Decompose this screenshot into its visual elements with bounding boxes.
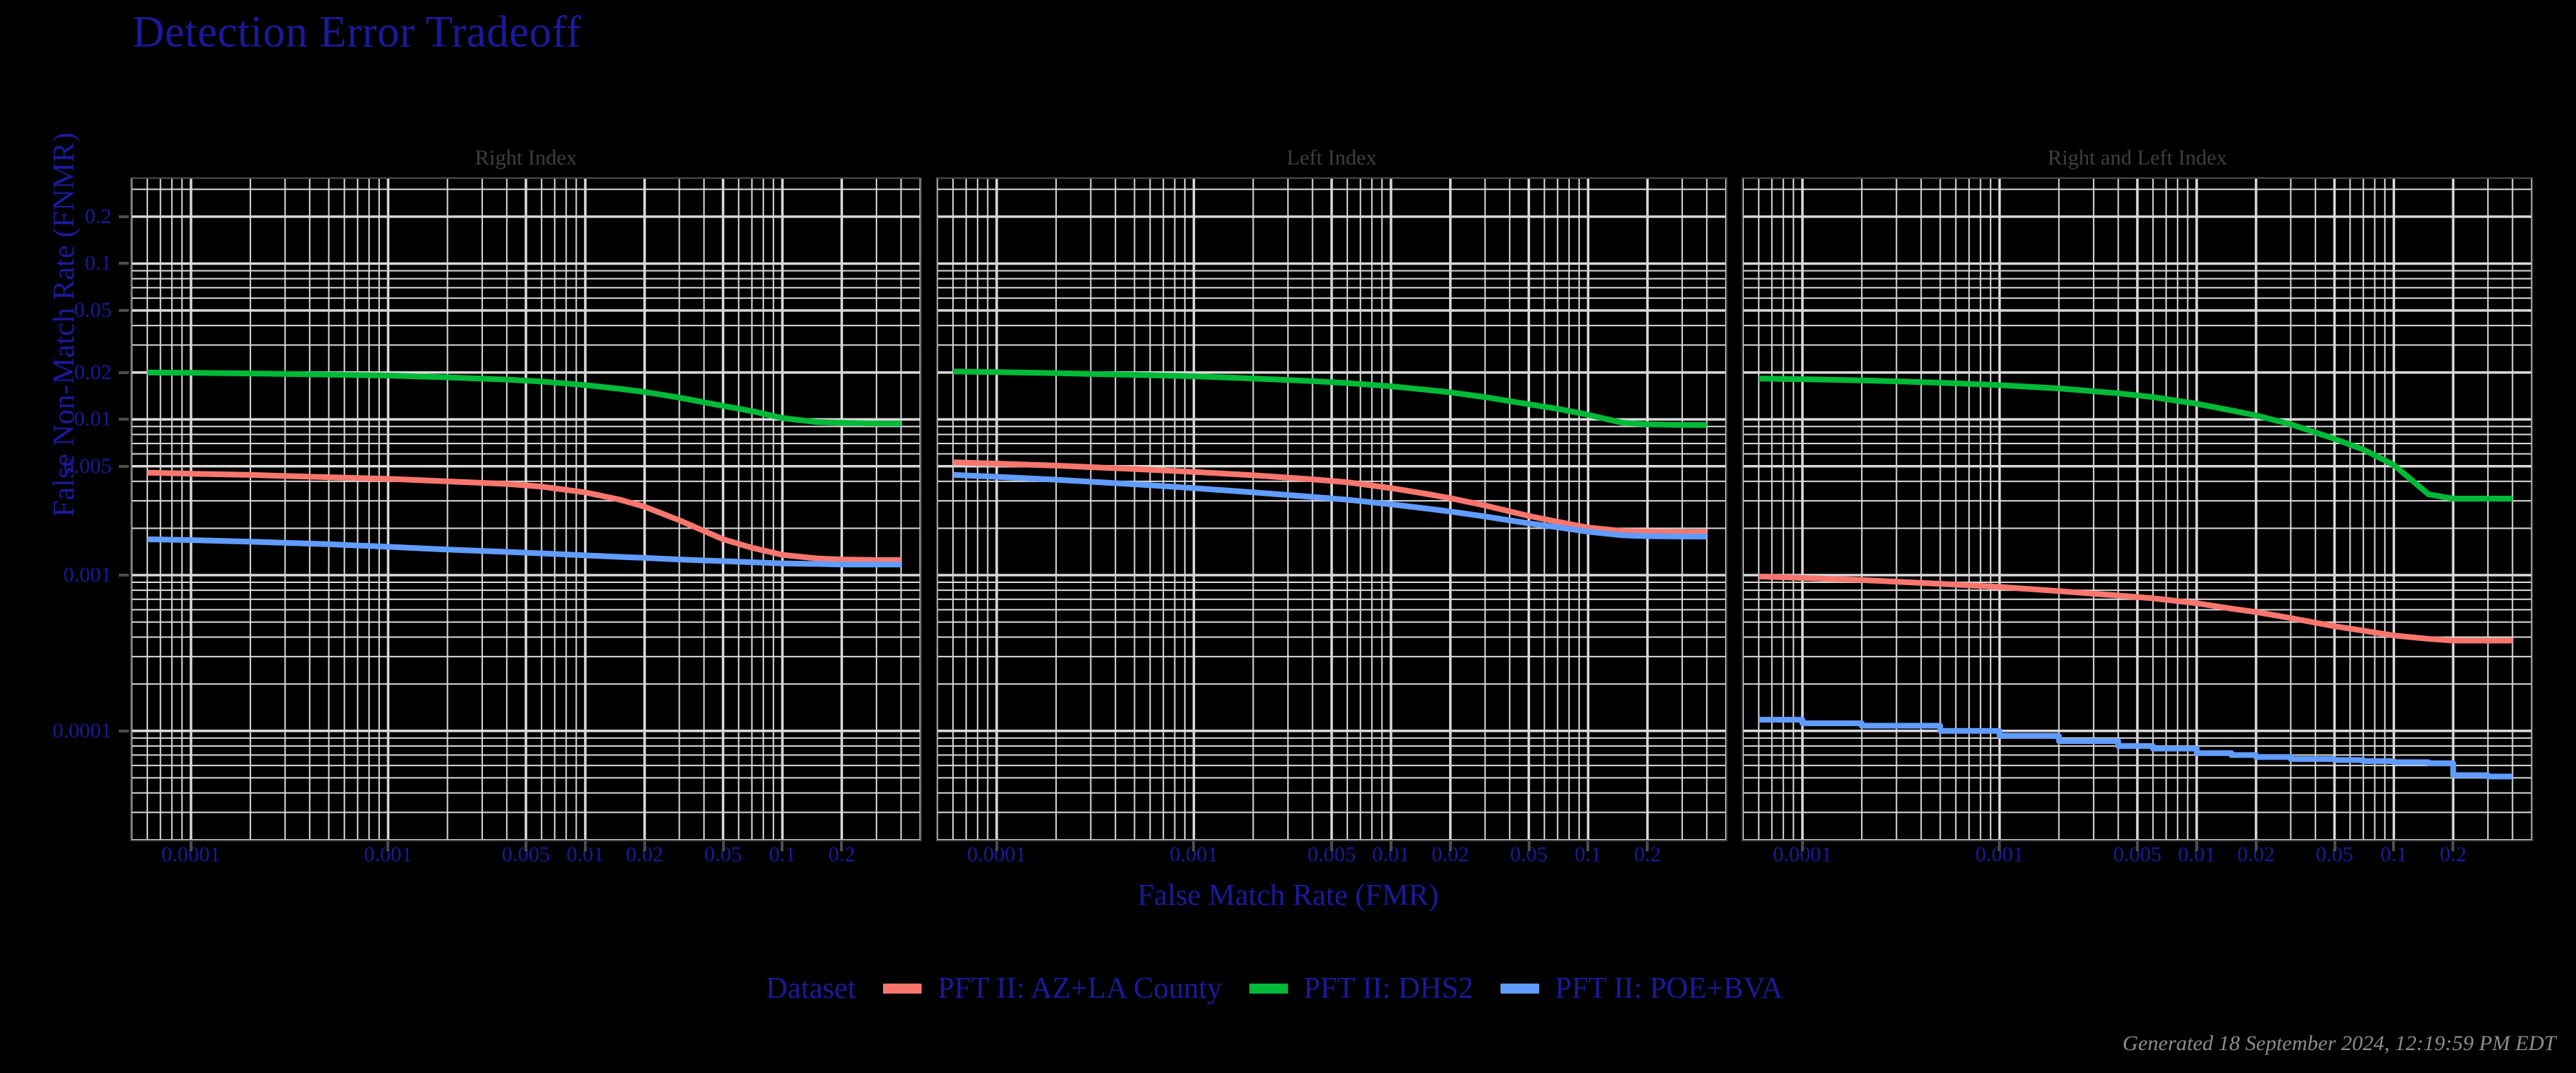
x-tick-mark	[995, 841, 998, 851]
x-tick-mark	[643, 841, 646, 851]
legend-label: PFT II: DHS2	[1303, 972, 1474, 1005]
legend-title: Dataset	[766, 972, 857, 1005]
x-tick-mark	[1192, 841, 1196, 851]
x-tick-mark	[386, 841, 390, 851]
series-line-3	[147, 536, 902, 568]
x-tick-mark	[840, 841, 844, 851]
x-tick-mark	[1389, 841, 1392, 851]
y-tick-mark	[119, 464, 129, 468]
x-tick-mark	[2392, 841, 2396, 851]
generated-timestamp: Generated 18 September 2024, 12:19:59 PM…	[2122, 1032, 2556, 1055]
legend-swatch-icon	[1249, 984, 1288, 994]
y-tick-label: 0.1	[84, 251, 112, 275]
x-tick-mark	[583, 841, 587, 851]
grid	[132, 179, 920, 840]
legend-label: PFT II: POE+BVA	[1555, 972, 1783, 1005]
x-tick-mark	[2451, 841, 2455, 851]
legend-swatch-icon	[1501, 984, 1540, 994]
y-tick-mark	[119, 729, 129, 733]
series-line-2	[1758, 376, 2513, 502]
series-line-2	[147, 369, 902, 427]
facet-panel-2	[936, 177, 1727, 841]
facet-panel-1	[130, 177, 922, 841]
legend: Dataset PFT II: AZ+LA County PFT II: DHS2…	[0, 971, 2576, 1006]
grid	[1743, 179, 2532, 840]
y-tick-mark	[119, 574, 129, 577]
x-tick-mark	[525, 841, 527, 851]
facet-panel-3	[1742, 177, 2533, 841]
x-tick-mark	[1646, 841, 1649, 851]
legend-label: PFT II: AZ+LA County	[937, 972, 1222, 1005]
y-tick-label: 0.2	[84, 204, 112, 228]
y-tick-label: 0.01	[74, 407, 112, 431]
series-line-2	[952, 368, 1707, 428]
y-tick-label: 0.0001	[52, 718, 112, 743]
x-tick-mark	[1330, 841, 1333, 851]
y-tick-mark	[119, 418, 129, 421]
x-tick-mark	[2333, 841, 2336, 851]
chart-canvas: Detection Error Tradeoff False Non-Match…	[0, 0, 2576, 1073]
page-title: Detection Error Tradeoff	[132, 8, 582, 57]
y-tick-label: 0.005	[63, 454, 112, 478]
x-tick-mark	[721, 841, 725, 851]
legend-swatch-icon	[883, 984, 922, 994]
legend-item-1[interactable]: PFT II: AZ+LA County	[883, 971, 1222, 1006]
legend-item-2[interactable]: PFT II: DHS2	[1249, 971, 1473, 1006]
x-tick-mark	[1448, 841, 1452, 851]
series-line-1	[147, 469, 902, 563]
x-tick-mark	[1527, 841, 1531, 851]
facet-strip-1: Right Index	[130, 143, 922, 173]
x-tick-mark	[1998, 841, 2001, 851]
y-tick-mark	[119, 215, 129, 218]
x-axis-title: False Match Rate (FMR)	[1137, 879, 1439, 912]
y-tick-label: 0.001	[63, 563, 112, 587]
x-tick-mark	[2136, 841, 2139, 851]
y-tick-label: 0.02	[74, 360, 112, 384]
y-tick-label: 0.05	[74, 298, 112, 323]
y-tick-mark	[119, 309, 129, 313]
x-tick-mark	[781, 841, 784, 851]
x-tick-mark	[189, 841, 192, 851]
grid	[937, 179, 1726, 840]
x-tick-mark	[2195, 841, 2198, 851]
series-line-1	[1758, 573, 2513, 644]
y-tick-mark	[119, 262, 129, 265]
legend-item-3[interactable]: PFT II: POE+BVA	[1501, 971, 1783, 1006]
x-tick-mark	[2254, 841, 2258, 851]
facet-strip-3: Right and Left Index	[1742, 143, 2533, 173]
x-tick-mark	[1586, 841, 1590, 851]
x-tick-mark	[1800, 841, 1804, 851]
y-axis-title: False Non-Match Rate (FNMR)	[48, 132, 81, 517]
y-tick-mark	[119, 371, 129, 374]
series-line-3	[1758, 717, 2513, 780]
facet-strip-2: Left Index	[936, 143, 1727, 173]
